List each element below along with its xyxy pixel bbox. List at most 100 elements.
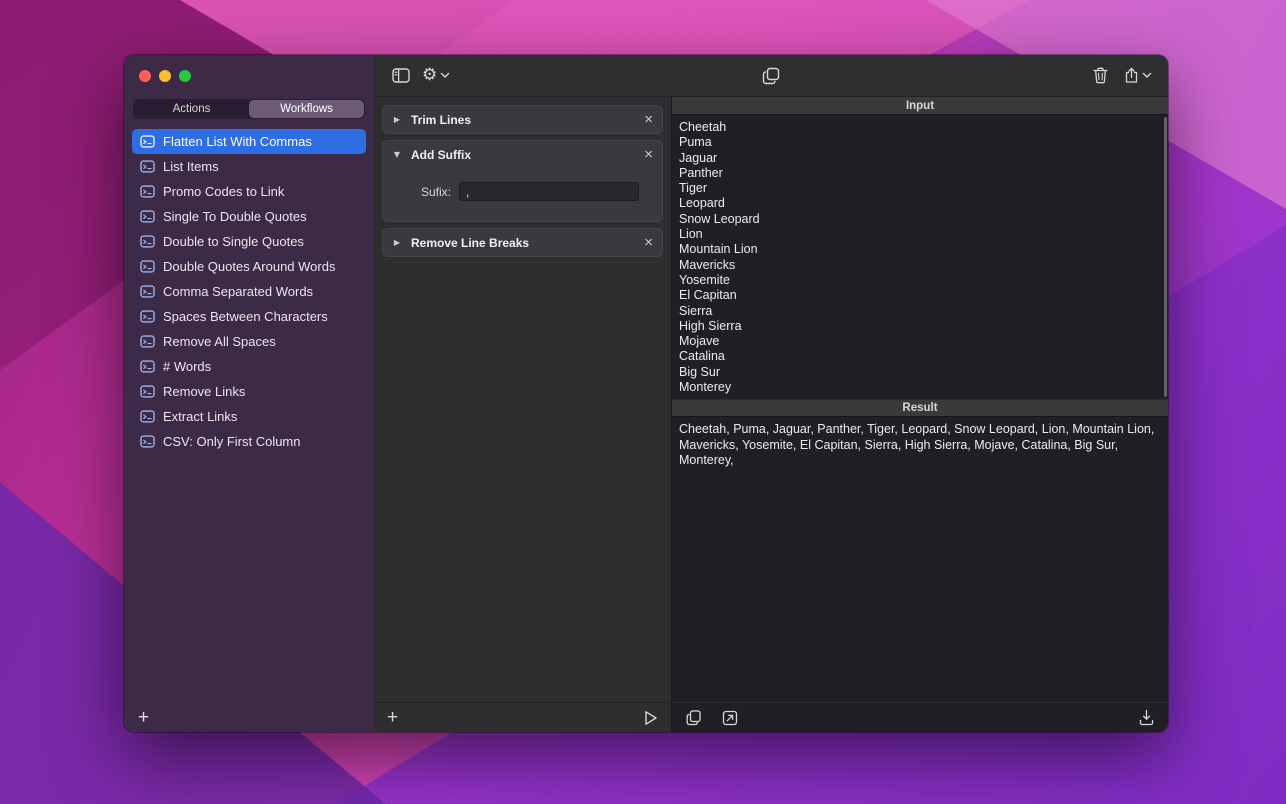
workflow-item-icon	[140, 135, 155, 148]
sidebar-item-workflow[interactable]: # Words	[132, 354, 366, 379]
workflow-item-icon	[140, 435, 155, 448]
input-line: Mavericks	[679, 258, 1158, 273]
sidebar-item-workflow[interactable]: List Items	[132, 154, 366, 179]
close-window-button[interactable]	[139, 70, 151, 82]
step-card-trim-lines: ▶ Trim Lines ×	[382, 105, 663, 134]
workflow-item-icon	[140, 385, 155, 398]
sidebar-bottom-bar: +	[124, 702, 374, 732]
download-icon	[1139, 709, 1154, 726]
paste-icon	[722, 710, 738, 726]
input-line: Yosemite	[679, 273, 1158, 288]
input-text[interactable]: CheetahPumaJaguarPantherTigerLeopardSnow…	[672, 115, 1168, 399]
workflow-item-icon	[140, 260, 155, 273]
disclosure-collapsed-icon[interactable]: ▶	[392, 238, 402, 247]
sidebar-item-workflow[interactable]: Spaces Between Characters	[132, 304, 366, 329]
disclosure-expanded-icon[interactable]: ▼	[392, 150, 402, 159]
minimize-window-button[interactable]	[159, 70, 171, 82]
sidebar-item-workflow[interactable]: Double to Single Quotes	[132, 229, 366, 254]
use-result-as-input-button[interactable]	[722, 710, 738, 726]
sidebar-item-label: Single To Double Quotes	[163, 209, 307, 224]
copy-result-bottom-button[interactable]	[686, 710, 701, 726]
remove-step-button[interactable]: ×	[644, 112, 653, 127]
sidebar-item-workflow[interactable]: CSV: Only First Column	[132, 429, 366, 454]
workflow-settings-button[interactable]: ⚙	[422, 67, 450, 84]
io-bottom-bar	[672, 702, 1168, 732]
sidebar-item-label: Extract Links	[163, 409, 237, 424]
sidebar-item-workflow[interactable]: Promo Codes to Link	[132, 179, 366, 204]
trash-icon	[1093, 67, 1108, 84]
sidebar-item-label: CSV: Only First Column	[163, 434, 301, 449]
play-icon	[644, 710, 658, 726]
remove-step-button[interactable]: ×	[644, 235, 653, 250]
input-line: Jaguar	[679, 151, 1158, 166]
input-line: Big Sur	[679, 365, 1158, 380]
workflow-item-icon	[140, 335, 155, 348]
chevron-down-icon	[440, 72, 450, 79]
input-line: Catalina	[679, 349, 1158, 364]
sidebar-item-workflow[interactable]: Flatten List With Commas	[132, 129, 366, 154]
save-result-button[interactable]	[1139, 709, 1154, 726]
traffic-lights	[124, 55, 374, 82]
share-button[interactable]	[1124, 67, 1152, 84]
step-body: Sufix:	[383, 168, 662, 221]
tab-workflows[interactable]: Workflows	[249, 100, 364, 118]
step-title: Remove Line Breaks	[411, 236, 529, 250]
copy-icon	[686, 710, 701, 726]
gear-icon: ⚙	[422, 67, 437, 84]
tab-actions[interactable]: Actions	[134, 100, 249, 118]
workflow-item-icon	[140, 285, 155, 298]
sidebar-item-workflow[interactable]: Double Quotes Around Words	[132, 254, 366, 279]
remove-step-button[interactable]: ×	[644, 147, 653, 162]
workflow-list: Flatten List With Commas List Items Prom…	[124, 129, 374, 702]
step-title: Add Suffix	[411, 148, 471, 162]
workflow-item-icon	[140, 410, 155, 423]
input-line: Monterey	[679, 380, 1158, 395]
content: ▶ Trim Lines × ▼ Add Suffix × Sufix:	[374, 97, 1168, 732]
zoom-window-button[interactable]	[179, 70, 191, 82]
sidebar-item-label: Comma Separated Words	[163, 284, 313, 299]
sidebar-item-label: Double Quotes Around Words	[163, 259, 335, 274]
run-workflow-button[interactable]	[644, 710, 658, 726]
input-line: Snow Leopard	[679, 212, 1158, 227]
toggle-sidebar-button[interactable]	[392, 68, 410, 83]
main-area: ⚙	[374, 55, 1168, 732]
input-header: Input	[672, 97, 1168, 115]
step-header[interactable]: ▶ Remove Line Breaks ×	[383, 229, 662, 256]
disclosure-collapsed-icon[interactable]: ▶	[392, 115, 402, 124]
input-line: Leopard	[679, 196, 1158, 211]
delete-button[interactable]	[1093, 67, 1108, 84]
copy-result-button[interactable]	[762, 67, 780, 85]
sidebar-item-workflow[interactable]: Extract Links	[132, 404, 366, 429]
io-panel: Input CheetahPumaJaguarPantherTigerLeopa…	[672, 97, 1168, 732]
sidebar-item-workflow[interactable]: Remove All Spaces	[132, 329, 366, 354]
sidebar-item-label: # Words	[163, 359, 211, 374]
sidebar-item-workflow[interactable]: Remove Links	[132, 379, 366, 404]
input-line: Sierra	[679, 304, 1158, 319]
workflow-item-icon	[140, 185, 155, 198]
sidebar-segmented-control: Actions Workflows	[133, 99, 365, 119]
step-header[interactable]: ▶ Trim Lines ×	[383, 106, 662, 133]
scrollbar[interactable]	[1164, 117, 1167, 397]
suffix-input[interactable]	[459, 182, 639, 201]
steps-list: ▶ Trim Lines × ▼ Add Suffix × Sufix:	[374, 97, 671, 702]
sidebar-item-label: Remove Links	[163, 384, 245, 399]
add-step-button[interactable]: +	[387, 708, 398, 727]
sidebar-icon	[392, 68, 410, 83]
app-window: Actions Workflows Flatten List With Comm…	[124, 55, 1168, 732]
step-card-remove-line-breaks: ▶ Remove Line Breaks ×	[382, 228, 663, 257]
result-header: Result	[672, 399, 1168, 417]
add-workflow-button[interactable]: +	[138, 708, 149, 727]
sidebar-item-workflow[interactable]: Single To Double Quotes	[132, 204, 366, 229]
step-header[interactable]: ▼ Add Suffix ×	[383, 141, 662, 168]
workflow-item-icon	[140, 210, 155, 223]
input-line: Puma	[679, 135, 1158, 150]
sidebar-item-label: Flatten List With Commas	[163, 134, 312, 149]
workflow-steps-panel: ▶ Trim Lines × ▼ Add Suffix × Sufix:	[374, 97, 672, 732]
result-text: Cheetah, Puma, Jaguar, Panther, Tiger, L…	[672, 417, 1168, 702]
sidebar-item-workflow[interactable]: Comma Separated Words	[132, 279, 366, 304]
input-line: El Capitan	[679, 288, 1158, 303]
input-line: Panther	[679, 166, 1158, 181]
steps-bottom-bar: +	[374, 702, 671, 732]
sidebar: Actions Workflows Flatten List With Comm…	[124, 55, 374, 732]
input-line: Mojave	[679, 334, 1158, 349]
